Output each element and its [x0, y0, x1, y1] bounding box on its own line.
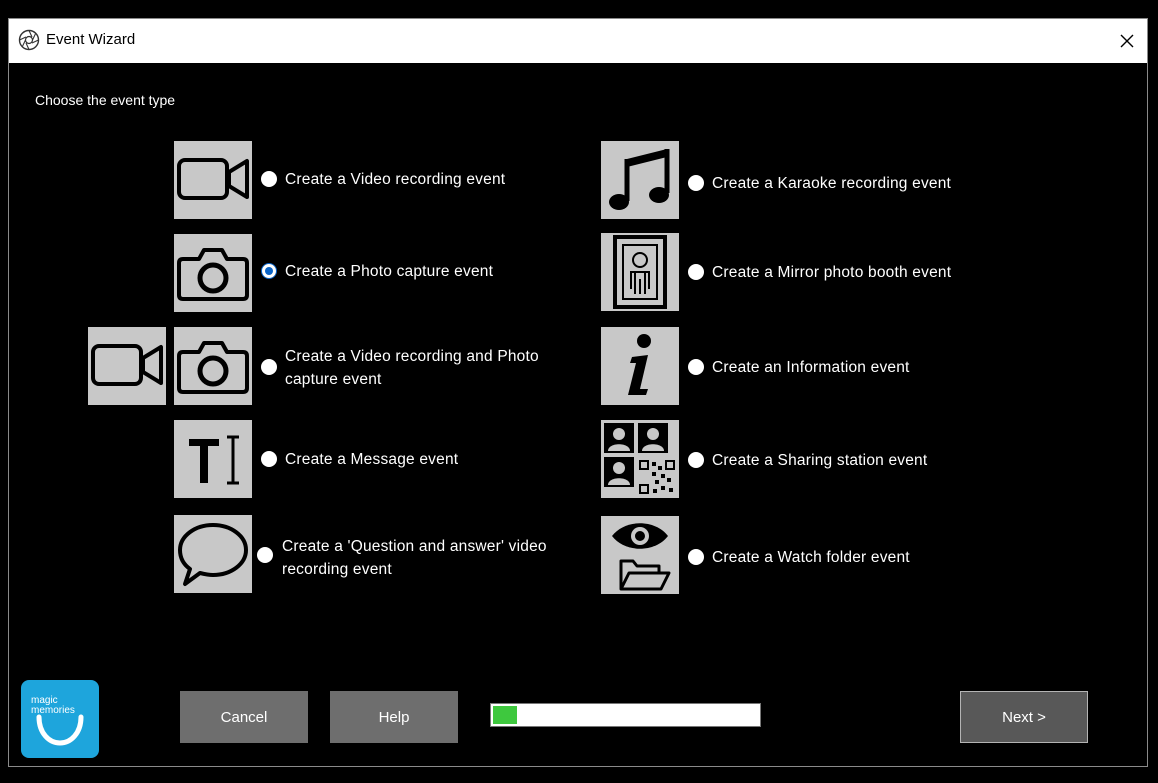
choose-event-type-label: Choose the event type — [35, 92, 176, 108]
video-part-tile[interactable] — [88, 327, 166, 405]
watch-folder-label[interactable]: Create a Watch folder event — [712, 546, 910, 569]
information-radio[interactable] — [688, 359, 704, 375]
message-tile[interactable] — [174, 420, 252, 498]
help-button[interactable]: Help — [330, 691, 458, 743]
video-and-photo-label[interactable]: Create a Video recording and Photo captu… — [285, 345, 585, 391]
text-cursor-icon — [189, 435, 239, 485]
close-icon — [1120, 34, 1134, 48]
info-icon — [628, 334, 651, 395]
sharing-qr-icon — [604, 423, 675, 494]
karaoke-label[interactable]: Create a Karaoke recording event — [712, 172, 951, 195]
title-bar: Event Wizard — [9, 19, 1147, 63]
video-and-photo-tile[interactable] — [174, 327, 252, 405]
next-button[interactable]: Next > — [960, 691, 1088, 743]
speech-bubble-icon — [178, 523, 248, 586]
eye-folder-icon — [612, 523, 671, 591]
close-button[interactable] — [1107, 19, 1147, 63]
karaoke-tile[interactable] — [601, 141, 679, 219]
event-wizard-window: Event Wizard Choose the event type Creat… — [8, 18, 1148, 767]
information-tile[interactable] — [601, 327, 679, 405]
magic-memories-logo: magic memories — [21, 680, 99, 758]
video-recording-label[interactable]: Create a Video recording event — [285, 168, 505, 191]
aperture-icon — [18, 29, 40, 51]
question-answer-tile[interactable] — [174, 515, 252, 593]
music-note-icon — [609, 149, 670, 210]
video-recording-tile[interactable] — [174, 141, 252, 219]
photo-camera-icon — [177, 248, 249, 301]
photo-capture-tile[interactable] — [174, 234, 252, 312]
message-label[interactable]: Create a Message event — [285, 448, 458, 471]
question-answer-radio[interactable] — [257, 547, 273, 563]
photo-capture-label[interactable]: Create a Photo capture event — [285, 260, 493, 283]
video-camera-icon — [91, 344, 163, 386]
message-radio[interactable] — [261, 451, 277, 467]
sharing-station-tile[interactable] — [601, 420, 679, 498]
information-label[interactable]: Create an Information event — [712, 356, 910, 379]
watch-folder-radio[interactable] — [688, 549, 704, 565]
cancel-button[interactable]: Cancel — [180, 691, 308, 743]
karaoke-radio[interactable] — [688, 175, 704, 191]
sharing-station-label[interactable]: Create a Sharing station event — [712, 449, 927, 472]
sharing-station-radio[interactable] — [688, 452, 704, 468]
smile-icon — [36, 714, 84, 746]
window-title: Event Wizard — [46, 31, 136, 48]
mirror-booth-radio[interactable] — [688, 264, 704, 280]
video-and-photo-radio[interactable] — [261, 359, 277, 375]
photo-camera-icon — [177, 341, 249, 394]
wizard-progress-bar — [490, 703, 761, 727]
watch-folder-tile[interactable] — [601, 516, 679, 594]
progress-fill — [493, 706, 517, 724]
mirror-booth-tile[interactable] — [601, 233, 679, 311]
photo-capture-radio[interactable] — [261, 263, 277, 279]
mirror-booth-label[interactable]: Create a Mirror photo booth event — [712, 261, 951, 284]
video-recording-radio[interactable] — [261, 171, 277, 187]
mirror-booth-icon — [613, 235, 667, 309]
video-camera-icon — [177, 158, 249, 200]
question-answer-label[interactable]: Create a 'Question and answer' video rec… — [282, 535, 582, 581]
